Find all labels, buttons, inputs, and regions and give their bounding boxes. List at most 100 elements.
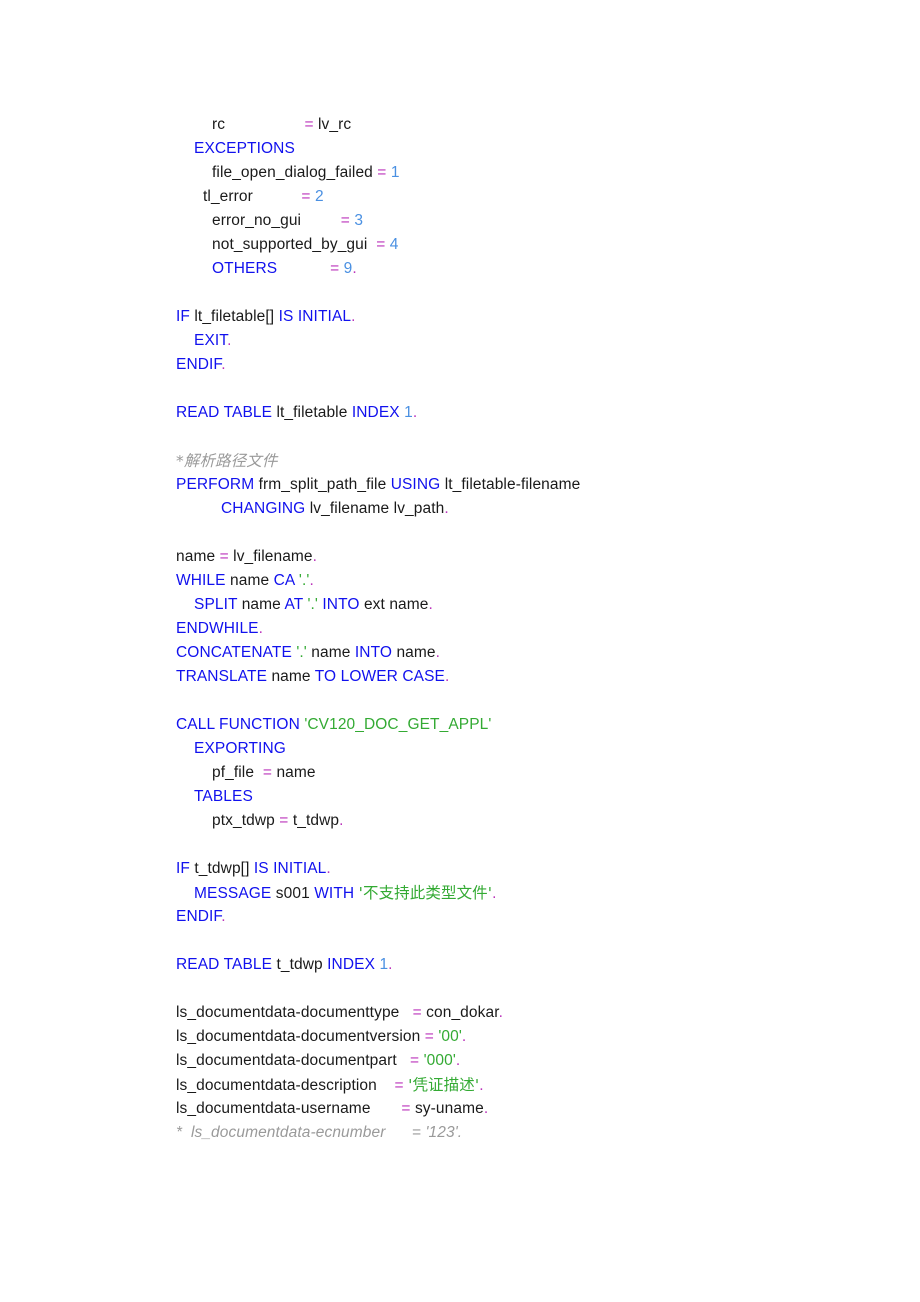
code-token-str: 'CV120_DOC_GET_APPL' xyxy=(304,716,492,733)
code-token-plain: s001 xyxy=(271,885,315,902)
code-token-kw: EXCEPTIONS xyxy=(194,140,295,157)
code-line: error_no_gui = 3 xyxy=(176,209,876,233)
code-token-plain: ls_documentdata-documentversion xyxy=(176,1028,425,1045)
code-token-kw: ENDIF xyxy=(176,356,222,373)
code-token-kw: ENDIF xyxy=(176,908,222,925)
code-token-num: 2 xyxy=(314,188,324,205)
code-token-eq: = xyxy=(262,764,273,781)
code-token-kw: TABLES xyxy=(194,788,253,805)
code-token-num: 1 xyxy=(390,164,400,181)
code-token-plain: name xyxy=(272,764,316,781)
code-token-plain: frm_split_path_file xyxy=(254,476,391,493)
code-token-num: 4 xyxy=(389,236,399,253)
code-token-plain: ls_documentdata-documenttype xyxy=(176,1004,413,1021)
code-token-kw: EXPORTING xyxy=(194,740,286,757)
code-token-plain: sy-uname xyxy=(410,1100,484,1117)
code-token-plain: name xyxy=(392,644,436,661)
code-line: tl_error = 2 xyxy=(176,185,876,209)
code-token-punc: . xyxy=(435,644,441,661)
code-token-punc: . xyxy=(221,356,226,373)
code-token-kw: EXIT xyxy=(194,332,228,349)
code-line: * ls_documentdata-ecnumber = '123'. xyxy=(176,1121,876,1145)
code-token-eq: = xyxy=(394,1077,404,1094)
code-line: TRANSLATE name TO LOWER CASE. xyxy=(176,665,876,689)
code-line: WHILE name CA '.'. xyxy=(176,569,876,593)
code-token-kw: PERFORM xyxy=(176,476,255,493)
code-token-kw: CHANGING xyxy=(221,500,306,517)
code-token-plain: t_tdwp xyxy=(288,812,340,829)
code-token-eq: = xyxy=(301,188,311,205)
code-token-kw: INTO xyxy=(354,644,393,661)
code-token-kw: WHILE xyxy=(176,572,226,589)
code-token-plain: con_dokar xyxy=(421,1004,499,1021)
code-token-num: 1 xyxy=(404,404,413,421)
code-token-kw: CA xyxy=(273,572,295,589)
code-token-punc: . xyxy=(428,596,433,613)
code-token-kw: READ TABLE xyxy=(176,956,273,973)
code-token-plain: lt_filetable-filename xyxy=(440,476,581,493)
code-token-str: '不支持此类型文件' xyxy=(358,884,493,902)
code-line: ENDIF. xyxy=(176,353,876,377)
code-token-punc: . xyxy=(483,1100,489,1117)
code-token-num: 3 xyxy=(354,212,364,229)
code-token-plain: lv_rc xyxy=(313,116,352,133)
code-token-punc: . xyxy=(221,908,226,925)
code-token-kw: IS INITIAL xyxy=(253,860,327,877)
code-line: ls_documentdata-documentpart = '000'. xyxy=(176,1049,876,1073)
code-line: ptx_tdwp = t_tdwp. xyxy=(176,809,876,833)
code-line: CALL FUNCTION 'CV120_DOC_GET_APPL' xyxy=(176,713,876,737)
code-token-kw: INDEX xyxy=(327,956,376,973)
code-line: name = lv_filename. xyxy=(176,545,876,569)
code-token-punc: . xyxy=(444,500,449,517)
code-line: ls_documentdata-username = sy-uname. xyxy=(176,1097,876,1121)
code-token-kw: SPLIT xyxy=(194,596,238,613)
code-line: CHANGING lv_filename lv_path. xyxy=(176,497,876,521)
code-token-kw: AT xyxy=(284,596,304,613)
code-token-punc: . xyxy=(227,332,232,349)
code-token-kw: WITH xyxy=(314,885,355,902)
code-line: EXPORTING xyxy=(176,737,876,761)
code-token-punc: . xyxy=(455,1052,461,1069)
code-token-eq: = xyxy=(412,1004,422,1021)
code-line: ENDIF. xyxy=(176,905,876,929)
code-token-kw: USING xyxy=(390,476,441,493)
code-line: READ TABLE t_tdwp INDEX 1. xyxy=(176,953,876,977)
code-token-plain: ls_documentdata-username xyxy=(176,1100,402,1117)
code-token-plain: name xyxy=(176,548,220,565)
code-token-plain: rc xyxy=(212,116,305,133)
code-line: SPLIT name AT '.' INTO ext name. xyxy=(176,593,876,617)
code-token-plain: ls_documentdata-documentpart xyxy=(176,1052,411,1069)
code-token-plain: name xyxy=(237,596,285,613)
code-line: IF t_tdwp[] IS INITIAL. xyxy=(176,857,876,881)
code-token-plain: ls_documentdata-description xyxy=(176,1077,395,1094)
code-line: TABLES xyxy=(176,785,876,809)
page-canvas: rc = lv_rc EXCEPTIONS file_open_dialog_fai… xyxy=(0,0,920,1302)
code-listing: rc = lv_rc EXCEPTIONS file_open_dialog_fai… xyxy=(176,113,876,1145)
code-line: EXIT. xyxy=(176,329,876,353)
code-token-str: '.' xyxy=(296,644,307,661)
code-token-str: '凭证描述' xyxy=(408,1076,480,1094)
code-token-num: 1 xyxy=(379,956,389,973)
code-line: *解析路径文件 xyxy=(176,449,876,473)
code-token-kw: READ TABLE xyxy=(176,404,273,421)
code-token-eq: = xyxy=(219,548,229,565)
code-line: READ TABLE lt_filetable INDEX 1. xyxy=(176,401,876,425)
code-token-kw: CALL FUNCTION xyxy=(176,716,300,733)
code-token-punc: . xyxy=(461,1028,467,1045)
code-token-eq: = xyxy=(340,212,350,229)
code-line: PERFORM frm_split_path_file USING lt_fil… xyxy=(176,473,876,497)
code-line: OTHERS = 9. xyxy=(176,257,876,281)
code-token-str: '000' xyxy=(423,1052,456,1069)
code-token-plain: ext name xyxy=(359,596,429,613)
code-token-plain: lt_filetable xyxy=(272,404,352,421)
code-token-plain: not_supported_by_gui xyxy=(212,236,377,253)
code-token-kw: ENDWHILE xyxy=(176,620,259,637)
code-token-punc: . xyxy=(351,308,356,325)
code-line: pf_file = name xyxy=(176,761,876,785)
code-token-eq: = xyxy=(330,260,340,277)
